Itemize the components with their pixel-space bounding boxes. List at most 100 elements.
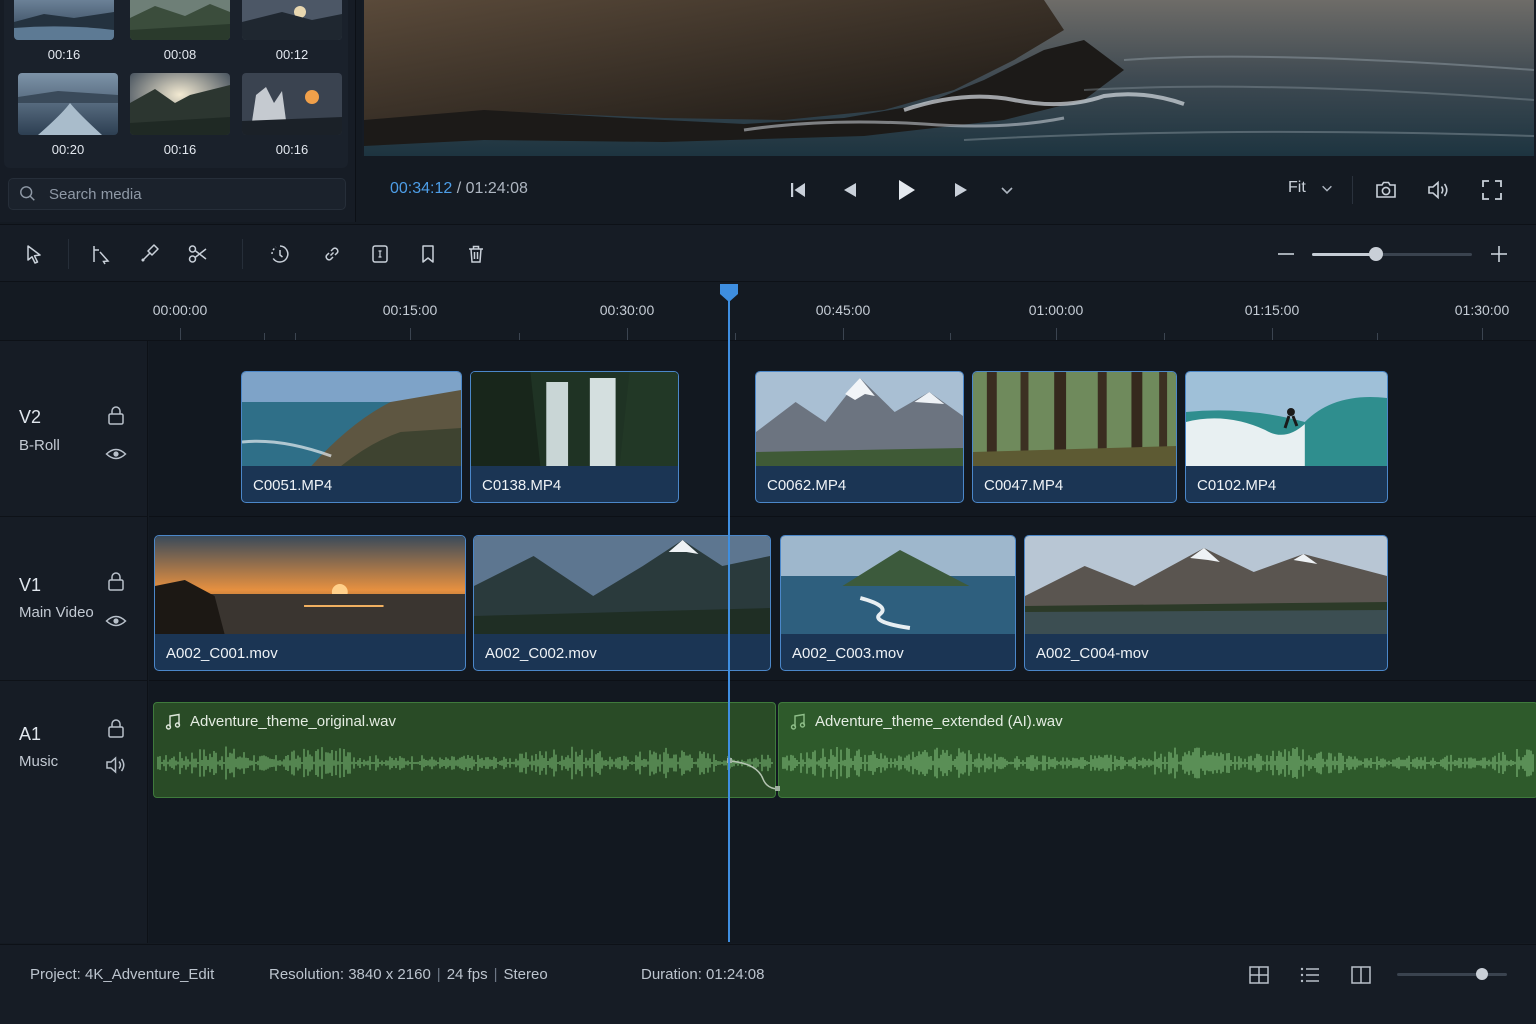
link-tool-button[interactable] (319, 241, 345, 267)
volume-button[interactable] (1425, 176, 1453, 204)
timeline-clip[interactable]: A002_C004-mov (1024, 535, 1388, 671)
media-thumbnail-duration: 00:08 (163, 47, 197, 62)
playback-options-button[interactable] (993, 176, 1021, 204)
go-to-start-button[interactable] (784, 176, 812, 204)
fit-dropdown[interactable]: Fit (1288, 179, 1334, 197)
video-editor-app: 00:16 00:08 00:12 00:20 00:16 00:16 Sear… (0, 0, 1536, 1024)
media-thumbnail[interactable]: 00:16 (242, 73, 342, 157)
eye-icon[interactable] (105, 610, 127, 632)
trash-icon (469, 245, 483, 263)
media-thumbnail-image (14, 0, 114, 40)
eye-icon[interactable] (105, 443, 127, 465)
track-header-v1[interactable]: V1 Main Video (0, 517, 148, 681)
audio-waveform (782, 747, 1534, 779)
timeline-zoom-handle[interactable] (1369, 247, 1383, 261)
ruler-label: 00:15:00 (382, 302, 438, 318)
ruler-label: 01:30:00 (1454, 302, 1510, 318)
ruler-tick (735, 333, 736, 340)
timeline-toolbar (0, 224, 1536, 282)
media-grid: 00:16 00:08 00:12 00:20 00:16 00:16 (4, 0, 348, 168)
add-marker-button[interactable] (415, 241, 441, 267)
lock-icon[interactable] (105, 404, 127, 426)
step-forward-button[interactable] (947, 176, 975, 204)
razor-tool-button[interactable] (136, 241, 162, 267)
track-header-a1[interactable]: A1 Music (0, 681, 148, 811)
audio-info: Stereo (503, 966, 548, 983)
speaker-icon (1428, 180, 1448, 200)
divider (68, 239, 69, 269)
audio-clip[interactable]: Adventure_theme_extended (AI).wav (778, 702, 1536, 798)
zoom-out-button[interactable] (1273, 241, 1299, 267)
media-thumbnail[interactable]: 00:12 (242, 0, 342, 62)
playhead-line[interactable] (728, 296, 730, 942)
timeline-clip[interactable]: A002_C001.mov (154, 535, 466, 671)
snapshot-button[interactable] (1372, 176, 1400, 204)
media-thumbnail-duration: 00:16 (47, 47, 81, 62)
fullscreen-button[interactable] (1478, 176, 1506, 204)
status-zoom-slider[interactable] (1397, 968, 1507, 980)
split-view-icon[interactable] (1349, 963, 1373, 987)
ruler-tick (1056, 328, 1057, 340)
media-thumbnail[interactable]: 00:08 (130, 0, 230, 62)
crossfade-curve[interactable] (727, 751, 783, 791)
list-view-icon[interactable] (1298, 963, 1322, 987)
cut-tool-button[interactable] (185, 241, 211, 267)
lock-icon[interactable] (105, 570, 127, 592)
media-thumbnail[interactable]: 00:20 (18, 73, 118, 157)
minus-icon (1278, 253, 1294, 255)
timeline-ruler[interactable]: 00:00:00 00:15:00 00:30:00 00:45:00 01:0… (0, 283, 1536, 341)
clip-thumbnail (756, 372, 963, 466)
timeline-clip[interactable]: C0138.MP4 (470, 371, 679, 503)
search-media-box[interactable] (8, 178, 346, 210)
track-header-v2[interactable]: V2 B-Roll (0, 341, 148, 517)
trim-tool-button[interactable] (87, 241, 113, 267)
timecode-display: 00:34:12 / 01:24:08 (390, 180, 528, 198)
track-id: A1 (19, 724, 42, 744)
timeline-clip[interactable]: C0102.MP4 (1185, 371, 1388, 503)
clip-thumbnail (781, 536, 1015, 634)
grid-view-icon[interactable] (1247, 963, 1271, 987)
timeline-clip[interactable]: C0051.MP4 (241, 371, 462, 503)
timeline-clip[interactable]: A002_C003.mov (780, 535, 1016, 671)
media-thumbnail[interactable]: 00:16 (14, 0, 114, 62)
lock-icon[interactable] (105, 717, 127, 739)
step-back-button[interactable] (836, 176, 864, 204)
search-input[interactable] (49, 185, 329, 203)
clip-thumbnail (242, 372, 461, 466)
clip-thumbnail (1025, 536, 1387, 634)
bookmark-icon (422, 245, 434, 263)
clip-thumbnail (471, 372, 678, 466)
media-thumbnail[interactable]: 00:16 (130, 73, 230, 157)
clip-name: C0138.MP4 (482, 477, 562, 494)
link-icon (325, 247, 339, 261)
clip-thumbnail (474, 536, 770, 634)
media-thumbnail-duration: 00:20 (51, 142, 85, 157)
clip-name: C0102.MP4 (1197, 477, 1277, 494)
timeline-clip[interactable]: C0047.MP4 (972, 371, 1177, 503)
track-headers: V2 B-Roll V1 Main Video A1 Music (0, 341, 148, 943)
status-zoom-handle[interactable] (1475, 968, 1488, 980)
timeline-clip[interactable]: C0062.MP4 (755, 371, 964, 503)
ruler-tick (264, 333, 265, 340)
ruler-label: 00:45:00 (815, 302, 871, 318)
ruler-label: 01:15:00 (1244, 302, 1300, 318)
timeline-zoom-slider[interactable] (1312, 247, 1472, 261)
marker-in-out-button[interactable] (367, 241, 393, 267)
ruler-label: 01:00:00 (1028, 302, 1084, 318)
select-tool-button[interactable] (21, 241, 47, 267)
playhead-handle[interactable] (719, 283, 739, 303)
speaker-icon[interactable] (105, 754, 127, 776)
timeline-clip[interactable]: A002_C002.mov (473, 535, 771, 671)
media-thumbnail-duration: 00:16 (163, 142, 197, 157)
ruler-tick (180, 328, 181, 340)
program-viewer: 00:34:12 / 01:24:08 Fit (362, 0, 1536, 222)
speed-tool-button[interactable] (267, 241, 293, 267)
play-button[interactable] (892, 176, 920, 204)
zoom-in-button[interactable] (1486, 241, 1512, 267)
delete-button[interactable] (463, 241, 489, 267)
music-note-icon (165, 713, 181, 730)
audio-clip[interactable]: Adventure_theme_original.wav (153, 702, 776, 798)
plus-icon (1491, 246, 1507, 262)
clip-name: A002_C004-mov (1036, 645, 1149, 662)
timecode-separator: / (456, 180, 462, 197)
